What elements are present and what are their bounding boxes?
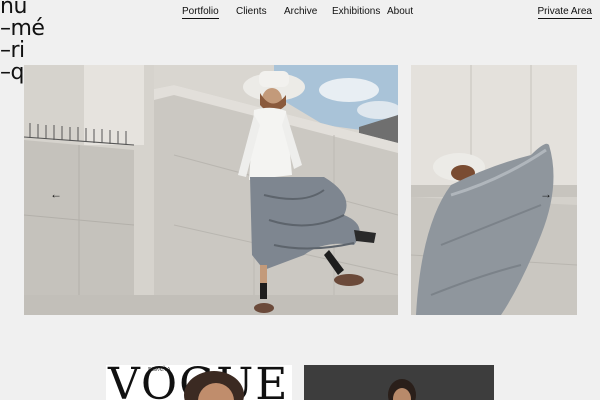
nav-item-exhibitions[interactable]: Exhibitions: [332, 6, 380, 17]
nav-item-about[interactable]: About: [387, 6, 413, 17]
slide-main-image[interactable]: [24, 65, 398, 315]
thumbnail-portrait[interactable]: [304, 365, 494, 400]
cover-portrait: [184, 371, 244, 400]
arrow-left-icon[interactable]: ←: [50, 188, 62, 200]
slide-next-image[interactable]: [411, 65, 577, 315]
fashion-photo-main: [24, 65, 398, 315]
private-area-link[interactable]: Private Area: [537, 6, 592, 19]
arrow-right-icon[interactable]: →: [540, 188, 552, 200]
fashion-photo-side: [411, 65, 577, 315]
logo-line-2: –mé: [0, 16, 45, 41]
portrait-photo: [304, 365, 494, 400]
nav-item-archive[interactable]: Archive: [284, 6, 317, 17]
nav-item-clients[interactable]: Clients: [236, 6, 267, 17]
logo-line-3: –ri: [0, 38, 25, 63]
thumbnail-vogue-cover[interactable]: VOGUE ESPAÑA: [106, 365, 292, 400]
nav-item-portfolio[interactable]: Portfolio: [182, 6, 219, 19]
